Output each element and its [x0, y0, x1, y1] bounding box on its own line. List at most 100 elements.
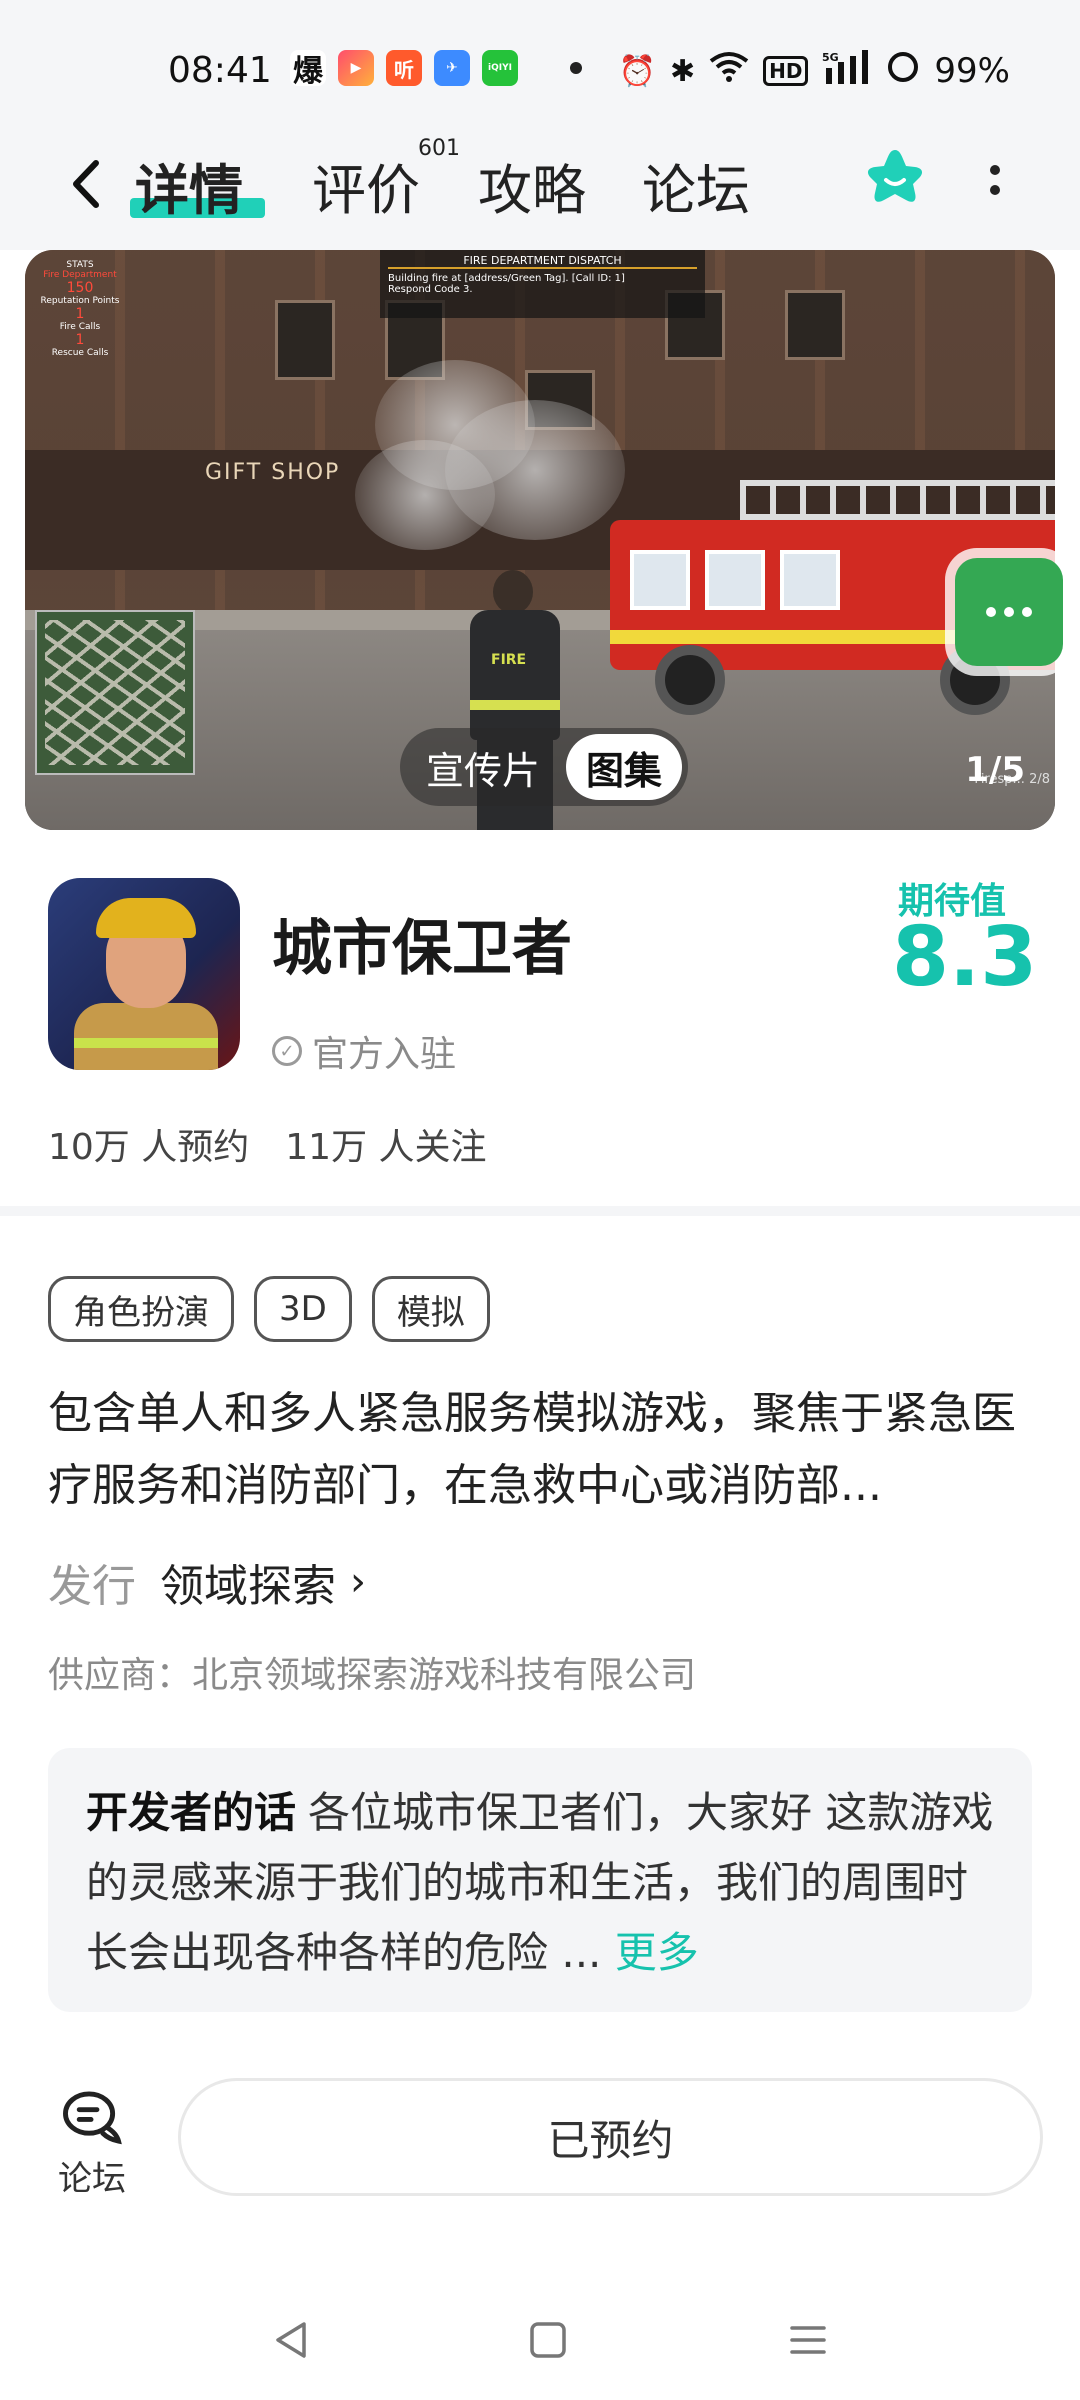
- media-counter: 1/5: [965, 750, 1025, 790]
- media-type-toggle: 宣传片 图集: [400, 728, 689, 806]
- firefighter-text: FIRE: [491, 652, 527, 668]
- status-app-icons: 爆 ▶ 听 ✈ iQIYI: [290, 50, 518, 89]
- stats-dept: Fire Department: [43, 270, 117, 280]
- alarm-icon: ⏰: [618, 53, 656, 89]
- hd-icon: HD: [763, 56, 809, 86]
- status-time: 08:41: [168, 50, 272, 91]
- tag-roleplay[interactable]: 角色扮演: [48, 1276, 234, 1342]
- signal-icon: 5G: [822, 50, 872, 92]
- truck-ladder: [740, 480, 1055, 520]
- hud-stats: STATS Fire Department 150 Reputation Poi…: [35, 260, 125, 358]
- icon-helmet: [96, 898, 196, 938]
- developer-note[interactable]: 开发者的话 各位城市保卫者们，大家好 这款游戏的灵感来源于我们的城市和生活，我们的…: [48, 1748, 1032, 2012]
- firefighter-body: [470, 610, 560, 740]
- official-label: 官方入驻: [312, 1034, 457, 1075]
- system-nav-bar: [0, 2280, 1080, 2400]
- expectation-score: 8.3: [892, 910, 1038, 1005]
- dot-icon: [986, 607, 996, 617]
- supplier-info: 供应商：北京领域探索游戏科技有限公司: [48, 1655, 697, 1696]
- section-divider: [0, 1206, 1080, 1216]
- tab-forum[interactable]: 论坛: [642, 146, 750, 225]
- chevron-left-icon: [73, 160, 99, 208]
- follower-count: 11万 人关注: [285, 1127, 487, 1168]
- tag-3d[interactable]: 3D: [254, 1276, 352, 1342]
- more-link[interactable]: 更多: [615, 1928, 699, 1977]
- forum-label: 论坛: [58, 2159, 126, 2199]
- top-nav: 详情 评价 601 攻略 论坛: [0, 130, 1080, 250]
- stats-rep-value: 150: [66, 280, 94, 296]
- scene-smoke: [355, 440, 495, 550]
- battery-icon: [886, 50, 920, 92]
- truck-window: [780, 550, 840, 610]
- chat-bubble-icon: [63, 2091, 122, 2145]
- back-button[interactable]: [56, 154, 116, 214]
- game-stats: 10万 人预约 11万 人关注: [48, 1118, 487, 1170]
- publisher-name: 领域探索: [160, 1561, 336, 1612]
- bao-icon: 爆: [290, 50, 326, 89]
- hud-minimap: [35, 610, 195, 775]
- truck-window: [705, 550, 765, 610]
- game-title: 城市保卫者: [272, 914, 572, 984]
- game-icon: [48, 878, 240, 1070]
- dot-icon: [990, 185, 1000, 195]
- firefighter-head: [493, 570, 533, 614]
- dispatch-title: FIRE DEPARTMENT DISPATCH: [388, 254, 697, 269]
- signal-label: 5G: [822, 51, 839, 64]
- dot-icon: [990, 165, 1000, 175]
- scene-window: [275, 300, 335, 380]
- dispatch-line: Respond Code 3.: [388, 284, 473, 295]
- reservation-count: 10万 人预约: [48, 1127, 250, 1168]
- toggle-video[interactable]: 宣传片: [406, 734, 560, 800]
- forum-button[interactable]: 论坛: [52, 2090, 132, 2200]
- scene-window: [785, 290, 845, 360]
- firefighter-band: [470, 700, 560, 710]
- ting-icon: 听: [386, 50, 422, 86]
- square-home-icon: [530, 2322, 566, 2358]
- wifi-icon: [709, 51, 749, 91]
- app-icon: ▶: [338, 50, 374, 86]
- more-options-button[interactable]: [975, 150, 1015, 210]
- status-bar: 08:41 爆 ▶ 听 ✈ iQIYI ⏰ ✱ HD 5G 99%: [0, 0, 1080, 130]
- tab-details[interactable]: 详情: [135, 146, 243, 225]
- game-description[interactable]: 包含单人和多人紧急服务模拟游戏，聚焦于紧急医疗服务和消防部门，在急救中心或消防部…: [48, 1378, 1038, 1522]
- floating-chat-button[interactable]: [955, 558, 1063, 666]
- plane-icon: ✈: [434, 50, 470, 86]
- tab-reviews[interactable]: 评价: [312, 146, 420, 225]
- menu-icon: [790, 2326, 826, 2354]
- battery-level: 99%: [934, 51, 1010, 91]
- bluetooth-icon: ✱: [669, 53, 696, 89]
- nav-menu-button[interactable]: [778, 2310, 838, 2370]
- reserved-button[interactable]: 已预约: [178, 2078, 1043, 2196]
- dot-icon: [1022, 607, 1032, 617]
- favorite-button[interactable]: [860, 144, 930, 214]
- toggle-gallery[interactable]: 图集: [566, 734, 683, 800]
- stats-rep-label: Reputation Points: [40, 296, 120, 306]
- dispatch-line: Building fire at [address/Green Tag]. [C…: [388, 273, 625, 284]
- chevron-right-icon: ›: [350, 1559, 366, 1605]
- star-icon: [867, 150, 923, 202]
- scene-shop-sign: GIFT SHOP: [205, 460, 341, 485]
- tab-guides[interactable]: 攻略: [478, 146, 586, 225]
- stats-fire-label: Fire Calls: [59, 322, 101, 332]
- tag-simulation[interactable]: 模拟: [371, 1276, 490, 1342]
- check-circle-icon: ✓: [272, 1036, 302, 1066]
- developer-note-label: 开发者的话: [86, 1788, 297, 1837]
- triangle-back-icon: [276, 2322, 306, 2358]
- official-badge: ✓ 官方入驻: [272, 1025, 456, 1077]
- status-dot: [570, 62, 582, 74]
- truck-wheel: [655, 645, 725, 715]
- truck-window: [630, 550, 690, 610]
- stats-title: STATS: [66, 260, 94, 270]
- media-gallery[interactable]: GIFT SHOP FIRE FIRE DEPARTMENT DISPATCH …: [25, 250, 1055, 830]
- publisher-label: 发行: [48, 1561, 136, 1612]
- iqiyi-icon: iQIYI: [482, 50, 518, 86]
- nav-home-button[interactable]: [518, 2310, 578, 2370]
- icon-coat: [74, 1003, 218, 1070]
- status-right: ⏰ ✱ HD 5G 99%: [619, 50, 1010, 92]
- dot-icon: [1004, 607, 1014, 617]
- hud-dispatch: FIRE DEPARTMENT DISPATCH Building fire a…: [380, 250, 705, 318]
- publisher-row[interactable]: 发行 领域探索 ›: [48, 1550, 366, 1614]
- stats-rescue-label: Rescue Calls: [51, 348, 109, 358]
- nav-back-button[interactable]: [262, 2310, 322, 2370]
- stats-rescue-value: 1: [75, 332, 85, 348]
